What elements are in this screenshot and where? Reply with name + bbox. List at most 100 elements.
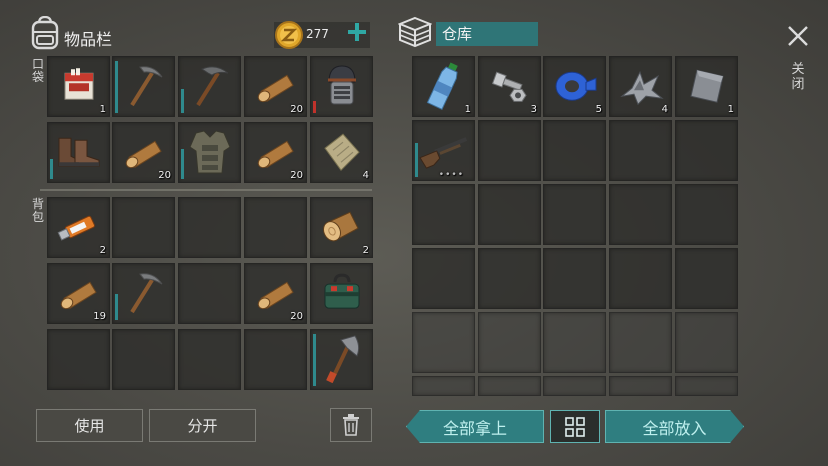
pocket-label: 口袋 xyxy=(31,57,44,84)
storage-slot-17[interactable] xyxy=(478,248,541,309)
pocket-slot-9[interactable]: 20 xyxy=(244,122,307,183)
coin-amount: 277 xyxy=(306,27,329,41)
storage-slot-28[interactable] xyxy=(543,376,606,396)
backpack-slot-4[interactable] xyxy=(244,197,307,258)
trash-button[interactable] xyxy=(330,408,372,442)
backpack-label: 背包 xyxy=(31,197,44,224)
backpack-slot-8[interactable] xyxy=(178,263,241,324)
durability-bar xyxy=(115,61,118,113)
storage-slot-25[interactable] xyxy=(675,312,738,373)
storage-slot-21[interactable] xyxy=(412,312,475,373)
take-all-label: 全部拿上 xyxy=(442,418,507,438)
storage-slot-23[interactable] xyxy=(543,312,606,373)
storage-slot-26[interactable] xyxy=(412,376,475,396)
close-button[interactable]: 关闭 xyxy=(780,20,816,100)
backpack-slot-11[interactable] xyxy=(47,329,110,390)
durability-bar xyxy=(415,143,418,177)
pocket-slot-6[interactable] xyxy=(47,122,110,183)
duct-tape-icon xyxy=(555,71,596,101)
storage-slot-24[interactable] xyxy=(609,312,672,373)
water-bottle-icon xyxy=(426,62,458,110)
backpack-slot-14[interactable] xyxy=(244,329,307,390)
pocket-slot-4[interactable]: 20 xyxy=(244,56,307,117)
item-count: 20 xyxy=(290,311,303,322)
storage-slot-13[interactable] xyxy=(543,184,606,245)
storage-slot-3[interactable]: 5 xyxy=(543,56,606,117)
wood-log-icon xyxy=(125,140,162,168)
item-count: 1 xyxy=(727,104,734,115)
ammo-indicator: •••• xyxy=(438,170,464,180)
item-count: 19 xyxy=(93,311,106,322)
storage-slot-7[interactable] xyxy=(478,120,541,181)
item-count: 1 xyxy=(99,104,106,115)
storage-slot-16[interactable] xyxy=(412,248,475,309)
backpack-slot-10[interactable] xyxy=(310,263,373,324)
item-count: 4 xyxy=(661,104,668,115)
wood-log-icon xyxy=(257,74,294,102)
backpack-slot-6[interactable]: 19 xyxy=(47,263,110,324)
pocket-slot-5[interactable] xyxy=(310,56,373,117)
storage-slot-8[interactable] xyxy=(543,120,606,181)
storage-title: 仓库 xyxy=(436,22,538,46)
storage-slot-14[interactable] xyxy=(609,184,672,245)
sort-grid-button[interactable] xyxy=(550,410,600,443)
pickaxe-icon xyxy=(129,65,162,106)
coin-icon xyxy=(274,20,304,54)
put-all-label: 全部放入 xyxy=(642,418,707,438)
backpack-slot-3[interactable] xyxy=(178,197,241,258)
backpack-slot-1[interactable]: 2 xyxy=(47,197,110,258)
storage-slot-10[interactable] xyxy=(675,120,738,181)
storage-box-icon xyxy=(397,16,433,52)
wood-log-icon xyxy=(257,281,294,309)
wood-log-icon xyxy=(60,281,97,309)
bolt-nut-icon xyxy=(491,71,527,102)
item-count: 2 xyxy=(362,245,369,256)
storage-slot-12[interactable] xyxy=(478,184,541,245)
close-icon xyxy=(788,26,808,46)
helmet-icon xyxy=(327,65,356,105)
backpack-slot-9[interactable]: 20 xyxy=(244,263,307,324)
storage-slot-6[interactable]: •••• xyxy=(412,120,475,181)
pocket-slot-2[interactable] xyxy=(112,56,175,117)
storage-slot-29[interactable] xyxy=(609,376,672,396)
flash-drive-icon xyxy=(57,215,95,241)
backpack-slot-15[interactable] xyxy=(310,329,373,390)
backpack-slot-7[interactable] xyxy=(112,263,175,324)
backpack-slot-12[interactable] xyxy=(112,329,175,390)
storage-slot-18[interactable] xyxy=(543,248,606,309)
pocket-slot-8[interactable] xyxy=(178,122,241,183)
storage-slot-11[interactable] xyxy=(412,184,475,245)
pocket-slot-10[interactable]: 4 xyxy=(310,122,373,183)
backpack-slot-2[interactable] xyxy=(112,197,175,258)
storage-header: 仓库 xyxy=(397,16,543,52)
storage-slot-27[interactable] xyxy=(478,376,541,396)
storage-slot-9[interactable] xyxy=(609,120,672,181)
storage-slot-30[interactable] xyxy=(675,376,738,396)
pocket-slot-3[interactable] xyxy=(178,56,241,117)
storage-slot-22[interactable] xyxy=(478,312,541,373)
inventory-header: 物品栏 277 xyxy=(30,15,375,56)
storage-slot-1[interactable]: 1 xyxy=(412,56,475,117)
armor-vest-icon xyxy=(188,129,231,173)
item-count: 5 xyxy=(595,104,602,115)
item-count: 20 xyxy=(158,170,171,181)
durability-bar xyxy=(115,294,118,320)
use-button[interactable]: 使用 xyxy=(36,409,143,442)
pocket-slot-1[interactable]: 1 xyxy=(47,56,110,117)
storage-slot-20[interactable] xyxy=(675,248,738,309)
pocket-slot-7[interactable]: 20 xyxy=(112,122,175,183)
item-count: 4 xyxy=(362,170,369,181)
storage-slot-19[interactable] xyxy=(609,248,672,309)
storage-slot-4[interactable]: 4 xyxy=(609,56,672,117)
storage-slot-15[interactable] xyxy=(675,184,738,245)
split-button[interactable]: 分开 xyxy=(149,409,256,442)
put-all-button[interactable]: 全部放入 xyxy=(605,410,744,443)
backpack-slot-13[interactable] xyxy=(178,329,241,390)
storage-slot-5[interactable]: 1 xyxy=(675,56,738,117)
add-coins-button[interactable] xyxy=(346,21,368,47)
backpack-slot-5[interactable]: 2 xyxy=(310,197,373,258)
medkit-bag-icon xyxy=(324,273,359,309)
take-all-button[interactable]: 全部拿上 xyxy=(406,410,544,443)
storage-slot-2[interactable]: 3 xyxy=(478,56,541,117)
item-count: 1 xyxy=(464,104,471,115)
